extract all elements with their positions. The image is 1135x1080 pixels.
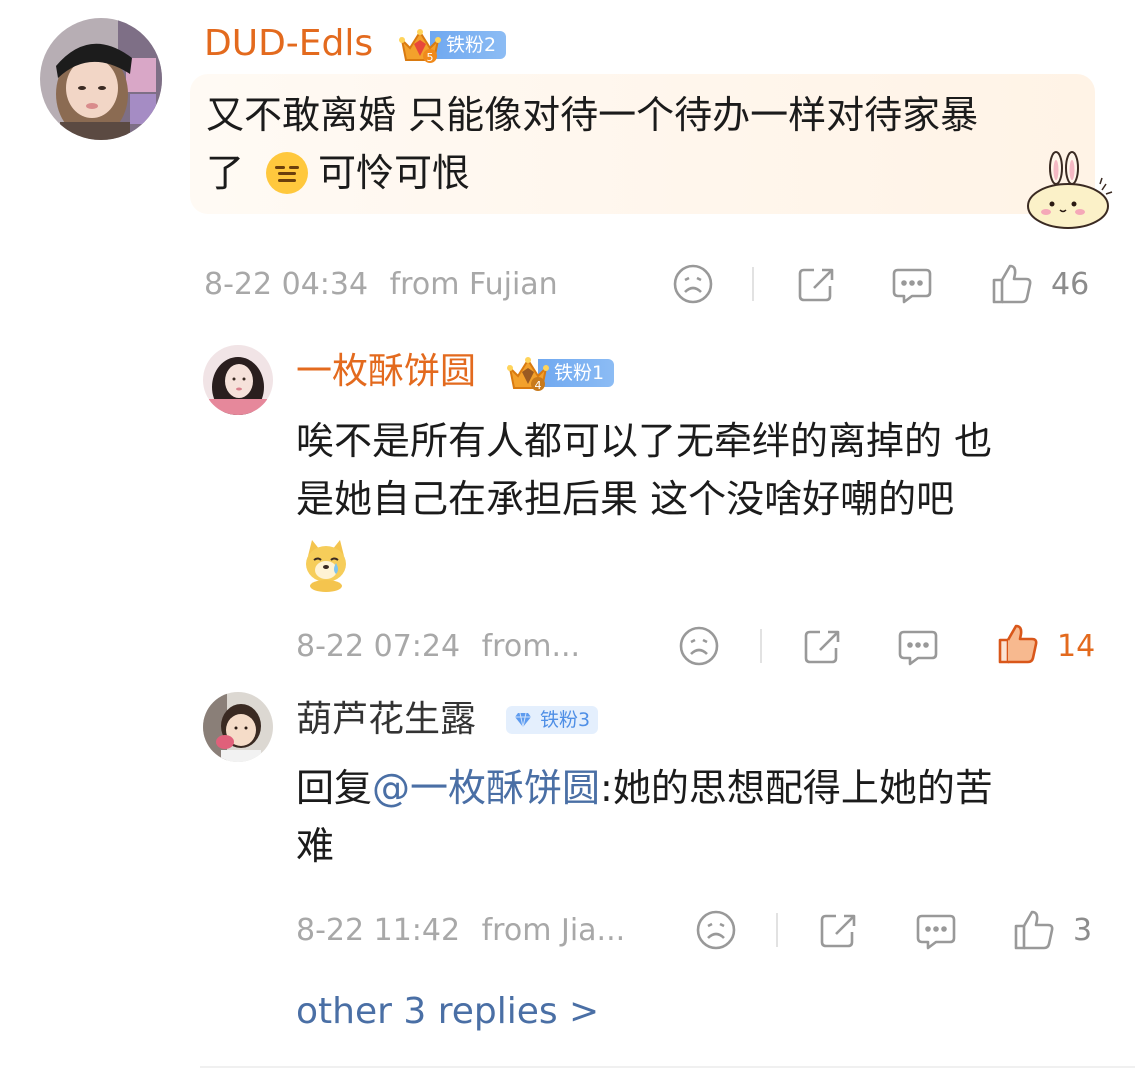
fan-badge-label: 铁粉3 — [506, 706, 599, 734]
comment-meta: 8-22 04:34 from Fujian — [204, 265, 558, 305]
comment-bubble-icon[interactable] — [914, 908, 958, 952]
username[interactable]: DUD-Edls — [204, 22, 373, 66]
comment-meta: 8-22 11:42 from Jia... — [296, 911, 625, 951]
share-icon[interactable] — [794, 262, 838, 306]
comment-meta: 8-22 07:24 from... — [296, 627, 580, 667]
location: from... — [481, 629, 581, 664]
separator — [760, 629, 762, 663]
crying-doge-emoji-icon — [300, 536, 352, 592]
crown-icon: 4 — [506, 354, 550, 392]
thumbs-up-icon[interactable] — [996, 622, 1040, 666]
separator — [752, 267, 754, 301]
comment-text-line: 是她自己在承担后果 这个没啥好嘲的吧 — [296, 477, 955, 521]
comment-text-fragment: 可怜可恨 — [318, 151, 471, 195]
like-count: 3 — [1073, 913, 1093, 948]
thumbs-up-icon[interactable] — [1012, 908, 1056, 952]
fan-badge[interactable]: 4 铁粉1 — [506, 357, 615, 392]
comment-text-line: 难 — [296, 824, 335, 868]
more-replies-link[interactable]: other 3 replies > — [296, 990, 599, 1034]
fan-badge[interactable]: 5 铁粉2 — [398, 29, 507, 64]
reply-prefix: 回复 — [296, 766, 373, 810]
svg-text:5: 5 — [427, 51, 434, 64]
mention-link[interactable]: @一枚酥饼圆 — [372, 766, 600, 810]
like-count: 14 — [1057, 629, 1096, 664]
svg-text:4: 4 — [535, 379, 542, 392]
separator — [776, 913, 778, 947]
comment-text: 唉不是所有人都可以了无牵绊的离掉的 也 是她自己在承担后果 这个没啥好嘲的吧 — [296, 412, 1096, 528]
timestamp: 8-22 04:34 — [204, 267, 369, 302]
expressionless-emoji-icon — [264, 150, 310, 196]
username[interactable]: 一枚酥饼圆 — [296, 350, 476, 394]
username[interactable]: 葫芦花生露 — [296, 698, 476, 742]
fan-badge-text: 铁粉3 — [540, 709, 591, 731]
comment-text-fragment: :她的思想配得上她的苦 — [600, 766, 993, 810]
avatar[interactable] — [203, 692, 273, 762]
comment-bubble-icon[interactable] — [896, 624, 940, 668]
fan-badge[interactable]: 铁粉3 — [506, 705, 599, 735]
comment-text: 回复@一枚酥饼圆:她的思想配得上她的苦 难 — [296, 759, 1106, 875]
location: from Jia... — [481, 913, 626, 948]
sad-face-icon[interactable] — [671, 262, 715, 306]
share-icon[interactable] — [816, 908, 860, 952]
avatar[interactable] — [40, 18, 162, 140]
diamond-icon — [515, 712, 531, 728]
comment-bubble-icon[interactable] — [890, 262, 934, 306]
like-count: 46 — [1051, 267, 1090, 302]
crown-icon: 5 — [398, 26, 442, 64]
thumbs-up-icon[interactable] — [990, 262, 1034, 306]
sad-face-icon[interactable] — [694, 908, 738, 952]
comment-text: 又不敢离婚 只能像对待一个待办一样对待家暴 了 可怜可恨 — [206, 86, 1086, 202]
comment-text-line: 回复@一枚酥饼圆:她的思想配得上她的苦 — [296, 759, 1106, 817]
share-icon[interactable] — [800, 624, 844, 668]
avatar[interactable] — [203, 345, 273, 415]
comment-text-line: 又不敢离婚 只能像对待一个待办一样对待家暴 — [206, 93, 979, 137]
location: from Fujian — [389, 267, 558, 302]
timestamp: 8-22 11:42 — [296, 913, 461, 948]
timestamp: 8-22 07:24 — [296, 629, 461, 664]
comment-text-fragment: 了 — [206, 151, 245, 195]
comment-text-line: 唉不是所有人都可以了无牵绊的离掉的 也 — [296, 419, 993, 463]
divider — [200, 1066, 1135, 1068]
sad-face-icon[interactable] — [677, 624, 721, 668]
comment-text-line: 了 可怜可恨 — [206, 144, 1086, 202]
